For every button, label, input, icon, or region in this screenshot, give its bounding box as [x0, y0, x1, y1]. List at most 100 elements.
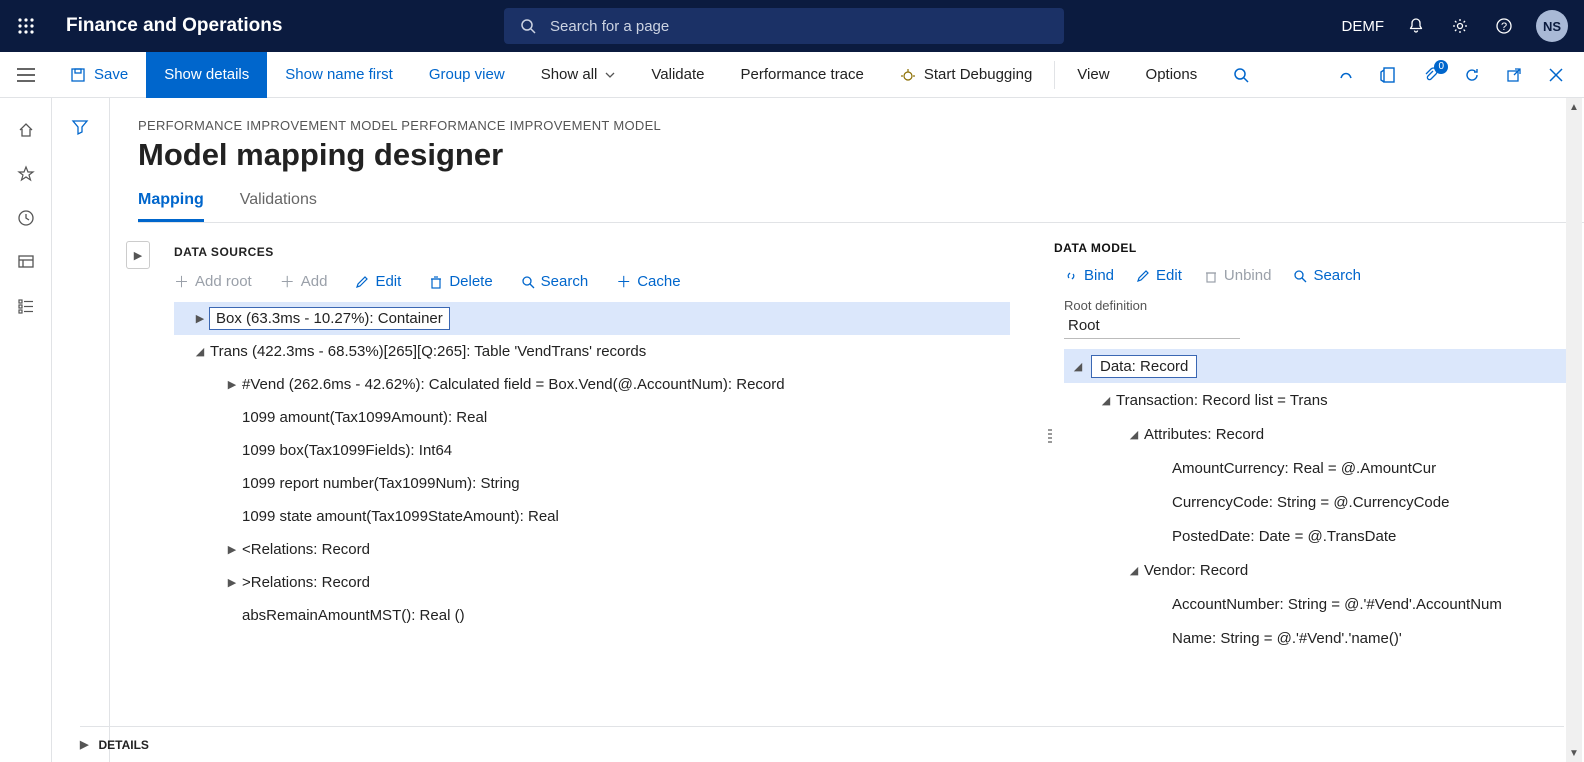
- tree-node[interactable]: ◢Data: Record: [1064, 349, 1568, 383]
- show-all-dropdown[interactable]: Show all: [523, 52, 634, 98]
- tree-arrow[interactable]: ◢: [1068, 360, 1088, 373]
- save-icon: [70, 67, 86, 83]
- tree-node[interactable]: ▶<Relations: Record: [174, 533, 1046, 566]
- view-menu[interactable]: View: [1059, 52, 1127, 98]
- add-button[interactable]: ＋Add: [280, 271, 328, 292]
- tree-node[interactable]: 1099 box(Tax1099Fields): Int64: [174, 434, 1046, 467]
- toolbar-search-button[interactable]: [1215, 52, 1267, 98]
- global-search[interactable]: [504, 8, 1064, 44]
- office-icon[interactable]: [1376, 66, 1400, 84]
- scroll-up[interactable]: ▲: [1566, 98, 1582, 116]
- data-sources-toolbar: ＋Add root ＋Add Edit Delete Search ＋Cache: [174, 271, 1046, 292]
- root-definition-value[interactable]: Root: [1064, 313, 1240, 339]
- workspace-icon[interactable]: [16, 252, 36, 272]
- tree-node[interactable]: ◢Transaction: Record list = Trans: [1064, 383, 1568, 417]
- tree-node[interactable]: ◢Attributes: Record: [1064, 417, 1568, 451]
- tree-arrow[interactable]: ◢: [1124, 428, 1144, 441]
- delete-button[interactable]: Delete: [429, 273, 492, 290]
- show-details-button[interactable]: Show details: [146, 52, 267, 98]
- refresh-icon[interactable]: [1460, 66, 1484, 84]
- nav-hamburger-icon[interactable]: [0, 68, 52, 82]
- home-icon[interactable]: [16, 120, 36, 140]
- dataverse-icon[interactable]: [1334, 66, 1358, 84]
- tree-node[interactable]: 1099 state amount(Tax1099StateAmount): R…: [174, 500, 1046, 533]
- tree-label: 1099 state amount(Tax1099StateAmount): R…: [242, 508, 559, 525]
- tree-node[interactable]: 1099 amount(Tax1099Amount): Real: [174, 401, 1046, 434]
- tree-label: 1099 report number(Tax1099Num): String: [242, 475, 520, 492]
- dm-search-button[interactable]: Search: [1293, 267, 1361, 284]
- gear-icon[interactable]: [1448, 14, 1472, 38]
- company-code[interactable]: DEMF: [1342, 18, 1385, 35]
- tree-node[interactable]: ◢Vendor: Record: [1064, 553, 1568, 587]
- tree-label: 1099 box(Tax1099Fields): Int64: [242, 442, 452, 459]
- root-definition-label: Root definition: [1064, 298, 1568, 313]
- tree-arrow[interactable]: ▶: [222, 576, 242, 589]
- tree-arrow[interactable]: ▶: [222, 543, 242, 556]
- vertical-splitter[interactable]: [1046, 223, 1054, 655]
- data-model-tree: ◢Data: Record◢Transaction: Record list =…: [1064, 349, 1568, 655]
- tab-mapping[interactable]: Mapping: [138, 191, 204, 222]
- link-icon: [1064, 269, 1078, 283]
- tree-node[interactable]: ▶>Relations: Record: [174, 566, 1046, 599]
- unbind-button[interactable]: Unbind: [1204, 267, 1272, 284]
- tree-node[interactable]: Name: String = @.'#Vend'.'name()': [1064, 621, 1568, 655]
- validate-button[interactable]: Validate: [633, 52, 722, 98]
- app-title: Finance and Operations: [66, 15, 282, 37]
- command-bar: Save Show details Show name first Group …: [0, 52, 1584, 98]
- show-name-first-button[interactable]: Show name first: [267, 52, 411, 98]
- tree-node[interactable]: 1099 report number(Tax1099Num): String: [174, 467, 1046, 500]
- close-icon[interactable]: [1544, 68, 1568, 82]
- breadcrumb: PERFORMANCE IMPROVEMENT MODEL PERFORMANC…: [138, 118, 1584, 133]
- trash-icon: [1204, 269, 1218, 283]
- help-icon[interactable]: ?: [1492, 14, 1516, 38]
- topbar: Finance and Operations DEMF ? NS: [0, 0, 1584, 52]
- star-icon[interactable]: [16, 164, 36, 184]
- avatar[interactable]: NS: [1536, 10, 1568, 42]
- tree-arrow[interactable]: ▶: [190, 312, 210, 325]
- recent-icon[interactable]: [16, 208, 36, 228]
- data-sources-tree: ▶Box (63.3ms - 10.27%): Container◢Trans …: [174, 302, 1046, 632]
- bug-icon: [900, 67, 916, 83]
- vertical-scrollbar[interactable]: ▲ ▼: [1566, 98, 1582, 762]
- add-root-button[interactable]: ＋Add root: [174, 271, 252, 292]
- search-input[interactable]: [550, 18, 1048, 35]
- details-section[interactable]: ▶ DETAILS: [80, 726, 1564, 762]
- tree-arrow[interactable]: ◢: [190, 345, 210, 358]
- datasource-types-collapse[interactable]: ▶: [126, 241, 150, 269]
- popout-icon[interactable]: [1502, 67, 1526, 83]
- content: PERFORMANCE IMPROVEMENT MODEL PERFORMANC…: [110, 98, 1584, 762]
- edit-button[interactable]: Edit: [355, 273, 401, 290]
- tree-node[interactable]: AccountNumber: String = @.'#Vend'.Accoun…: [1064, 587, 1568, 621]
- data-sources-header: DATA SOURCES: [174, 245, 1046, 259]
- tree-node[interactable]: AmountCurrency: Real = @.AmountCur: [1064, 451, 1568, 485]
- filter-icon[interactable]: [71, 118, 91, 138]
- tree-arrow[interactable]: ◢: [1096, 394, 1116, 407]
- cache-button[interactable]: ＋Cache: [616, 271, 680, 292]
- group-view-button[interactable]: Group view: [411, 52, 523, 98]
- tree-label: Vendor: Record: [1144, 562, 1248, 579]
- search-button[interactable]: Search: [521, 273, 589, 290]
- search-icon: [1233, 67, 1249, 83]
- tree-label: Transaction: Record list = Trans: [1116, 392, 1328, 409]
- attachments-icon[interactable]: 0: [1418, 66, 1442, 84]
- tree-node[interactable]: ▶Box (63.3ms - 10.27%): Container: [174, 302, 1010, 335]
- tree-node[interactable]: CurrencyCode: String = @.CurrencyCode: [1064, 485, 1568, 519]
- modules-icon[interactable]: [16, 296, 36, 316]
- options-menu[interactable]: Options: [1128, 52, 1216, 98]
- bind-button[interactable]: Bind: [1064, 267, 1114, 284]
- scroll-down[interactable]: ▼: [1566, 744, 1582, 762]
- bell-icon[interactable]: [1404, 14, 1428, 38]
- tree-arrow[interactable]: ◢: [1124, 564, 1144, 577]
- tree-node[interactable]: absRemainAmountMST(): Real (): [174, 599, 1046, 632]
- performance-trace-button[interactable]: Performance trace: [722, 52, 881, 98]
- dm-edit-button[interactable]: Edit: [1136, 267, 1182, 284]
- tree-node[interactable]: ▶#Vend (262.6ms - 42.62%): Calculated fi…: [174, 368, 1046, 401]
- tree-arrow[interactable]: ▶: [222, 378, 242, 391]
- tab-validations[interactable]: Validations: [240, 191, 317, 222]
- tree-node[interactable]: PostedDate: Date = @.TransDate: [1064, 519, 1568, 553]
- save-button[interactable]: Save: [52, 52, 146, 98]
- tree-label: Attributes: Record: [1144, 426, 1264, 443]
- tree-node[interactable]: ◢Trans (422.3ms - 68.53%)[265][Q:265]: T…: [174, 335, 1046, 368]
- start-debugging-button[interactable]: Start Debugging: [882, 52, 1050, 98]
- waffle-icon[interactable]: [0, 17, 52, 35]
